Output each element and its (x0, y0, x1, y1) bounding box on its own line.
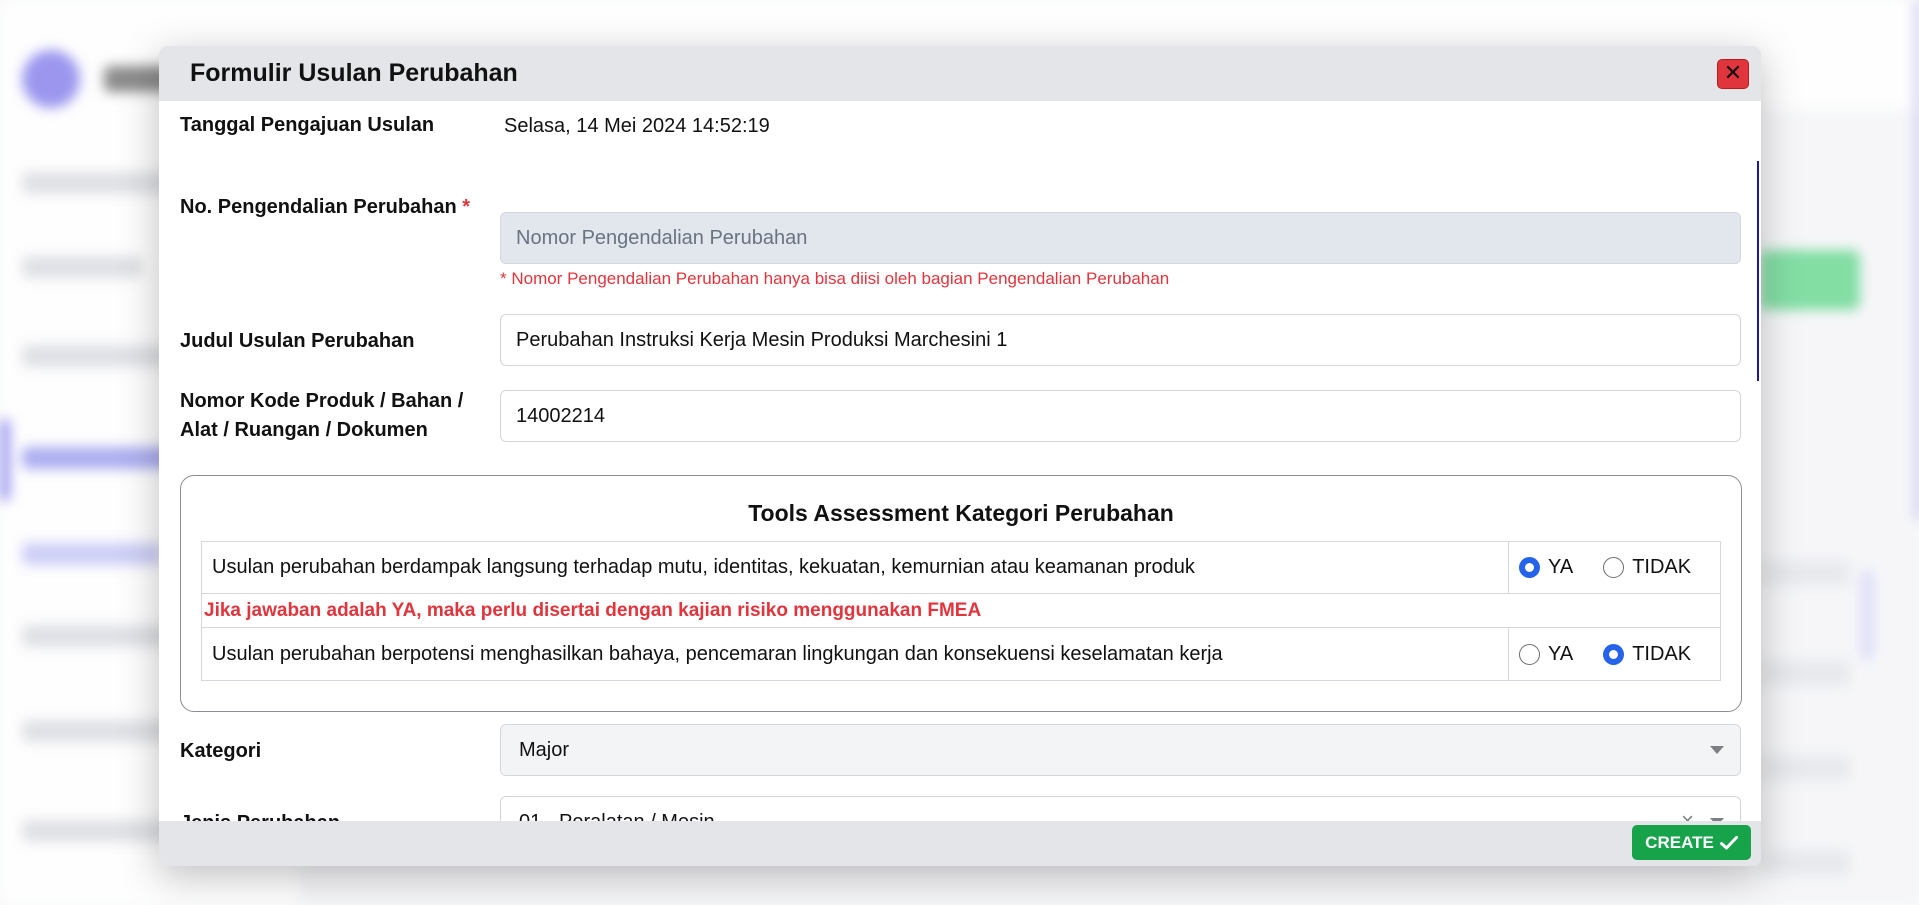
question-options: YA TIDAK (1509, 628, 1720, 680)
control-number-placeholder: Nomor Pengendalian Perubahan (516, 226, 808, 249)
control-number-label: No. Pengendalian Perubahan * (180, 193, 500, 222)
radio-ya-selected[interactable] (1519, 557, 1540, 578)
option-ya-label: YA (1548, 642, 1574, 665)
option-tidak-label: TIDAK (1632, 556, 1692, 578)
code-label-line2: Alat / Ruangan / Dokumen (180, 419, 428, 441)
code-input-value: 14002214 (516, 404, 605, 427)
question-text: Usulan perubahan berpotensi menghasilkan… (202, 628, 1509, 680)
category-select[interactable]: Major (500, 724, 1741, 776)
close-icon: ✕ (1723, 61, 1743, 86)
create-button[interactable]: CREATE (1632, 825, 1751, 860)
modal-footer: CREATE (159, 821, 1761, 866)
change-request-modal: Formulir Usulan Perubahan ✕ Tanggal Peng… (159, 46, 1761, 866)
option-ya[interactable]: YA (1519, 643, 1573, 666)
modal-header: Formulir Usulan Perubahan ✕ (159, 46, 1761, 101)
option-ya[interactable]: YA (1519, 556, 1573, 579)
date-value: Selasa, 14 Mei 2024 14:52:19 (504, 115, 770, 137)
radio-tidak[interactable] (1603, 557, 1625, 578)
code-input[interactable]: 14002214 (500, 390, 1741, 442)
title-input-value: Perubahan Instruksi Kerja Mesin Produksi… (516, 328, 1008, 351)
control-number-hint: * Nomor Pengendalian Perubahan hanya bis… (500, 269, 1170, 288)
code-label-line1: Nomor Kode Produk / Bahan / (180, 390, 464, 412)
required-mark: * (462, 196, 471, 218)
option-tidak[interactable]: TIDAK (1603, 556, 1691, 579)
assessment-row: Usulan perubahan berpotensi menghasilkan… (202, 628, 1720, 680)
date-row: Tanggal Pengajuan Usulan (180, 111, 1741, 140)
close-button[interactable]: ✕ (1717, 58, 1749, 89)
assessment-title: Tools Assessment Kategori Perubahan (748, 500, 1174, 526)
radio-tidak-selected[interactable] (1603, 643, 1625, 665)
option-tidak-label: TIDAK (1632, 642, 1692, 665)
control-number-label-text: No. Pengendalian Perubahan (180, 196, 457, 218)
option-ya-label: YA (1548, 556, 1574, 578)
check-icon (1719, 835, 1738, 849)
radio-ya[interactable] (1519, 643, 1540, 665)
control-number-input[interactable]: Nomor Pengendalian Perubahan (500, 212, 1741, 264)
option-tidak[interactable]: TIDAK (1603, 643, 1691, 666)
assessment-table: Usulan perubahan berdampak langsung terh… (201, 541, 1721, 681)
modal-scrollbar[interactable] (1757, 161, 1759, 381)
chevron-down-icon (1710, 746, 1724, 754)
category-label: Kategori (180, 740, 262, 762)
fmea-warning: Jika jawaban adalah YA, maka perlu diser… (202, 594, 1720, 628)
assessment-row: Usulan perubahan berdampak langsung terh… (202, 542, 1720, 594)
category-select-value: Major (519, 738, 570, 761)
date-label: Tanggal Pengajuan Usulan (180, 114, 435, 136)
question-options: YA TIDAK (1509, 542, 1720, 593)
create-button-label: CREATE (1645, 832, 1714, 852)
question-text: Usulan perubahan berdampak langsung terh… (202, 542, 1509, 593)
title-label: Judul Usulan Perubahan (180, 330, 415, 352)
assessment-panel: Tools Assessment Kategori Perubahan Usul… (180, 475, 1742, 712)
title-input[interactable]: Perubahan Instruksi Kerja Mesin Produksi… (500, 314, 1741, 366)
modal-title: Formulir Usulan Perubahan (190, 59, 518, 87)
modal-body: Tanggal Pengajuan Usulan Selasa, 14 Mei … (159, 101, 1761, 848)
code-label: Nomor Kode Produk / Bahan / Alat / Ruang… (180, 387, 500, 445)
